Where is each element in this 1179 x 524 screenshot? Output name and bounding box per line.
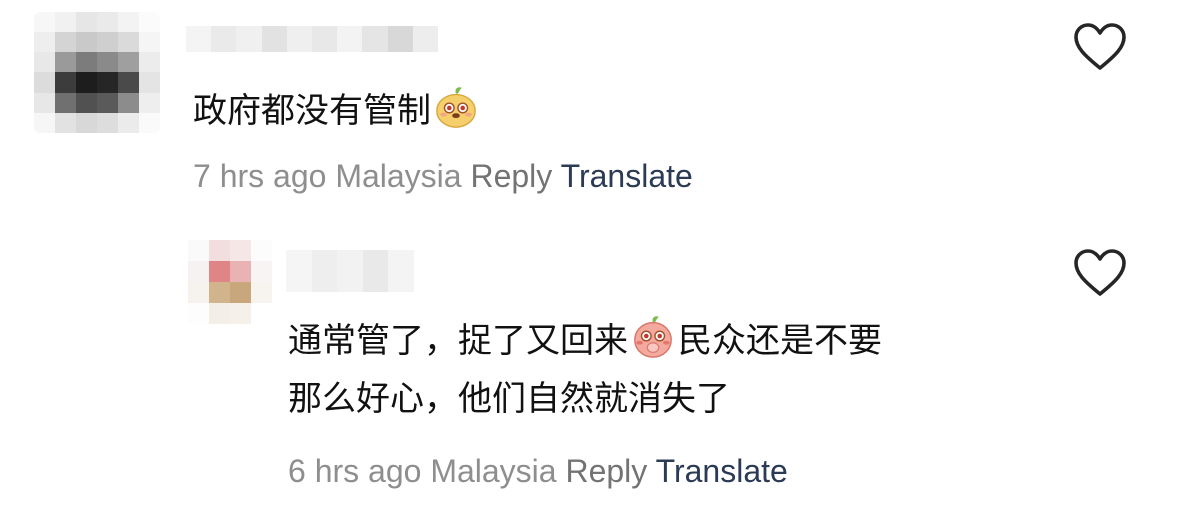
like-button[interactable] — [1072, 248, 1128, 298]
comment-meta: 7 hrs ago Malaysia Reply Translate — [193, 156, 693, 196]
username[interactable] — [286, 250, 414, 292]
reply-comment-item: 通常管了，捉了又回来 民众还是不要 那么好心，他们自然就消失了 6 hrs ag… — [0, 222, 1179, 522]
avatar[interactable] — [188, 240, 272, 324]
comment-text-line: 通常管了，捉了又回来 民众还是不要 — [288, 312, 882, 370]
comment-location: Malaysia — [335, 158, 462, 194]
heart-outline-icon — [1074, 23, 1126, 70]
heart-outline-icon — [1074, 249, 1126, 296]
comment-text: 通常管了，捉了又回来 民众还是不要 那么好心，他们自然就消失了 — [288, 312, 882, 428]
like-button[interactable] — [1072, 22, 1128, 72]
reply-button[interactable]: Reply — [470, 158, 552, 194]
blushing-face-emoji-icon — [634, 316, 672, 358]
translate-button[interactable]: Translate — [656, 453, 788, 489]
comment-text: 政府都没有管制 — [193, 82, 481, 140]
comment-location: Malaysia — [430, 453, 557, 489]
comment-time: 6 hrs ago — [288, 453, 422, 489]
comment-meta: 6 hrs ago Malaysia Reply Translate — [288, 451, 788, 491]
avatar[interactable] — [34, 12, 160, 133]
comment-item: 政府都没有管制 7 hrs ago Malaysia Reply Transla… — [0, 0, 1179, 220]
comment-text-line: 那么好心，他们自然就消失了 — [288, 379, 730, 419]
comment-time: 7 hrs ago — [193, 158, 327, 194]
username[interactable] — [186, 26, 438, 52]
translate-button[interactable]: Translate — [561, 158, 693, 194]
bear-face-emoji-icon — [436, 87, 476, 128]
reply-button[interactable]: Reply — [565, 453, 647, 489]
comment-text-line: 政府都没有管制 — [193, 82, 481, 140]
